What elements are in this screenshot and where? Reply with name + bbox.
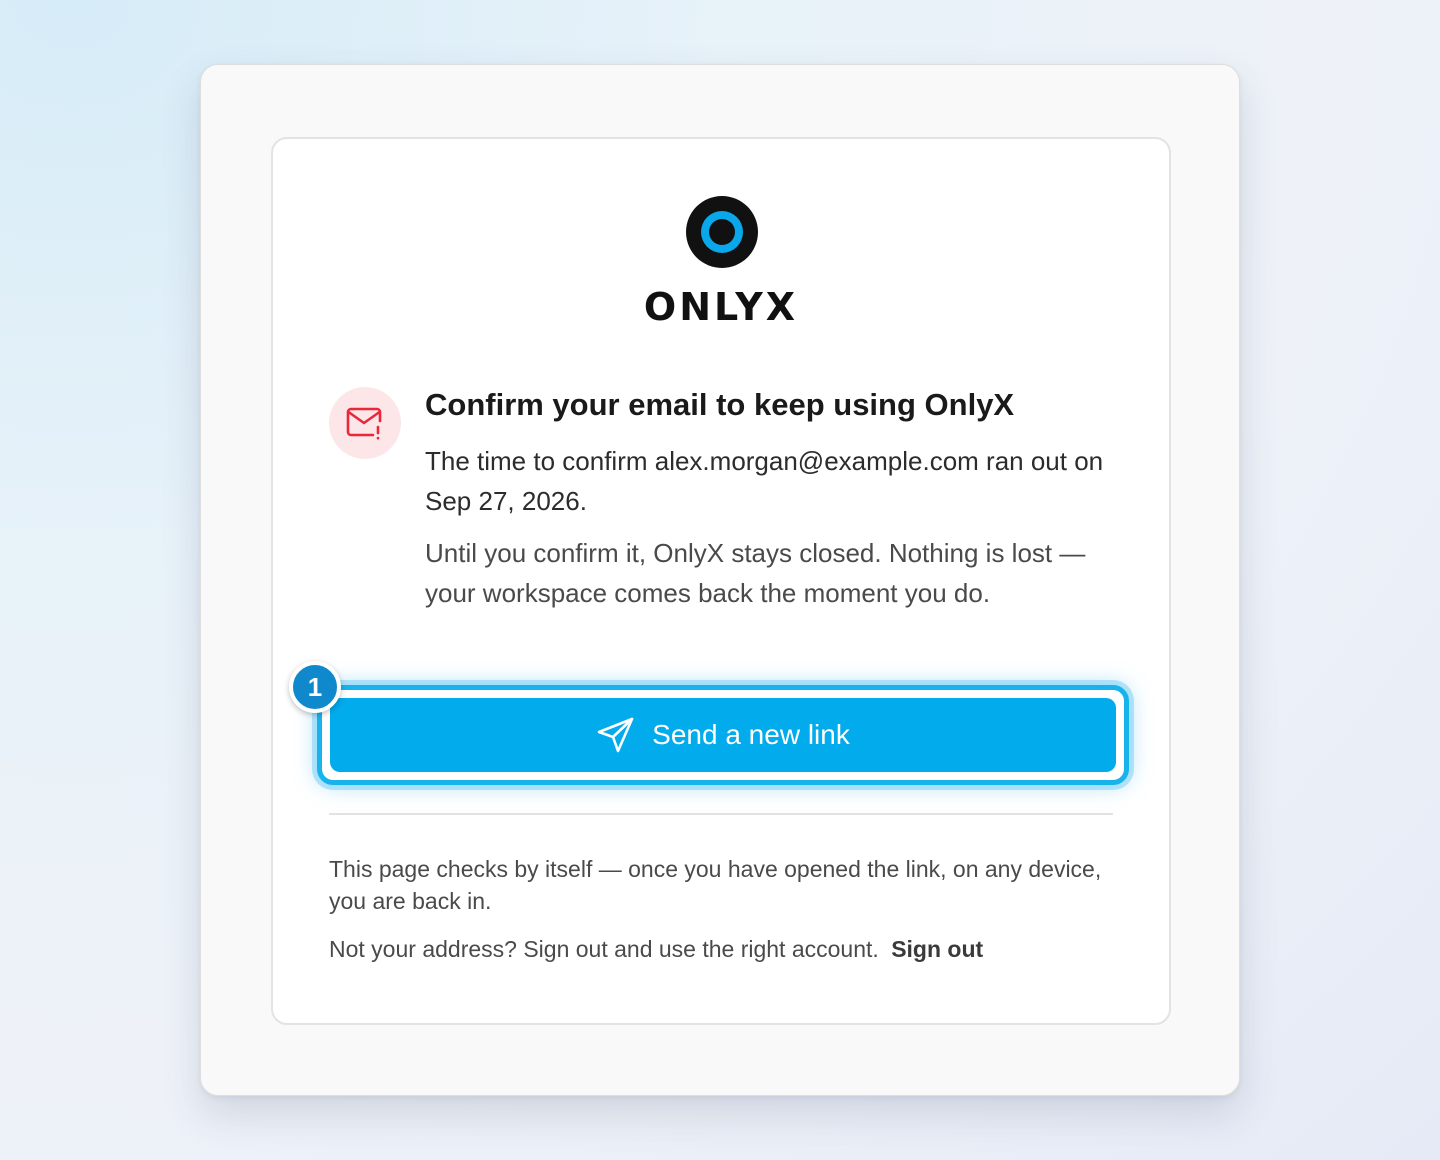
paper-plane-icon [597, 717, 634, 753]
reassurance-message: Until you confirm it, OnlyX stays closed… [425, 538, 1086, 608]
step-badge: 1 [289, 661, 341, 713]
send-link-highlight: Send a new link [317, 685, 1129, 785]
onlyx-logo-icon [686, 196, 758, 268]
wrong-address-note: Not your address? Sign out and use the r… [329, 933, 1119, 965]
mail-alert-icon [329, 387, 401, 459]
wrong-address-text: Not your address? Sign out and use the r… [329, 936, 879, 962]
email-confirmation-card: ONLYX Confirm your email to keep using O… [271, 137, 1171, 1025]
send-new-link-button[interactable]: Send a new link [330, 698, 1116, 772]
alert-title: Confirm your email to keep using OnlyX [425, 387, 1015, 422]
outer-card: ONLYX Confirm your email to keep using O… [200, 64, 1240, 1096]
auto-check-note: This page checks by itself — once you ha… [329, 856, 1102, 914]
divider [329, 813, 1113, 815]
expired-message: The time to confirm alex.morgan@example.… [425, 446, 1104, 516]
sign-out-link[interactable]: Sign out [891, 936, 983, 962]
brand-wordmark: ONLYX [643, 285, 799, 329]
send-button-label: Send a new link [652, 719, 850, 750]
